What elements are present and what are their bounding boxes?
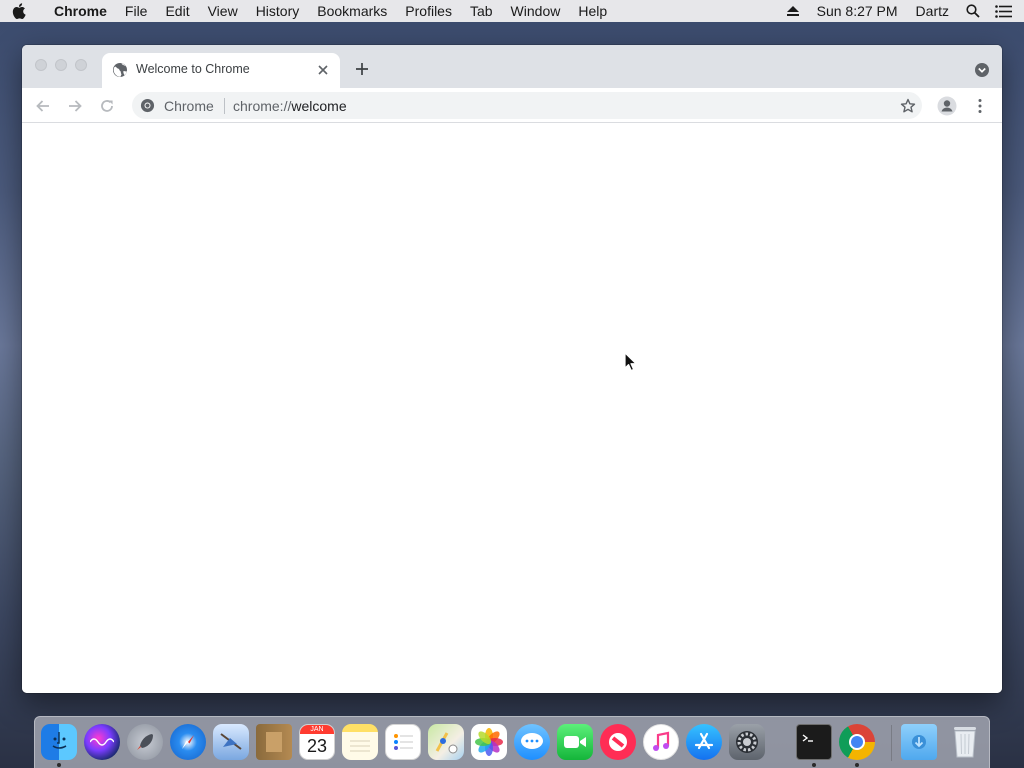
- dock-separator: [891, 725, 892, 761]
- tab-close-icon[interactable]: [314, 61, 332, 79]
- menu-view[interactable]: View: [199, 0, 247, 22]
- menubar-status-area: Sun 8:27 PM Dartz: [778, 0, 1024, 22]
- news-icon[interactable]: [600, 724, 636, 760]
- running-indicator: [57, 763, 61, 767]
- trash-icon[interactable]: [947, 724, 983, 760]
- downloads-folder-icon[interactable]: [901, 724, 937, 760]
- finder-icon[interactable]: [41, 724, 77, 760]
- menubar-clock[interactable]: Sun 8:27 PM: [808, 0, 907, 22]
- menu-tab[interactable]: Tab: [461, 0, 502, 22]
- safari-icon[interactable]: [170, 724, 206, 760]
- profile-avatar-icon[interactable]: [937, 96, 957, 116]
- itunes-icon[interactable]: [643, 724, 679, 760]
- browser-window: Welcome to Chrome Chrome chrome://welcom…: [22, 45, 1002, 693]
- maps-icon[interactable]: [428, 724, 464, 760]
- spotlight-icon[interactable]: [958, 0, 988, 22]
- launchpad-icon[interactable]: [127, 724, 163, 760]
- window-close-button[interactable]: [35, 59, 47, 71]
- chrome-menu-icon[interactable]: [970, 96, 990, 116]
- new-tab-button[interactable]: [352, 59, 372, 79]
- contacts-icon[interactable]: [256, 724, 292, 760]
- omnibox-separator: [224, 98, 225, 114]
- browser-toolbar: Chrome chrome://welcome: [22, 88, 1002, 123]
- menu-help[interactable]: Help: [569, 0, 616, 22]
- notification-center-icon[interactable]: [988, 0, 1018, 22]
- menu-app-chrome[interactable]: Chrome: [38, 0, 116, 22]
- omnibox-url: chrome://welcome: [233, 98, 347, 114]
- url-host: welcome: [291, 98, 347, 114]
- back-arrow-icon[interactable]: [33, 96, 53, 116]
- tab-welcome[interactable]: Welcome to Chrome: [102, 53, 340, 88]
- siri-icon[interactable]: [84, 724, 120, 760]
- reminders-icon[interactable]: [385, 724, 421, 760]
- system-preferences-icon[interactable]: [729, 724, 765, 760]
- url-scheme: chrome://: [233, 98, 292, 114]
- calendar-day: 23: [306, 736, 328, 756]
- menu-bookmarks[interactable]: Bookmarks: [308, 0, 396, 22]
- facetime-icon[interactable]: [557, 724, 593, 760]
- menu-bar: Chrome File Edit View History Bookmarks …: [0, 0, 1024, 22]
- terminal-icon[interactable]: [796, 724, 832, 760]
- running-indicator: [855, 763, 859, 767]
- tab-search-icon[interactable]: [974, 62, 990, 78]
- calendar-icon[interactable]: JAN 23: [299, 724, 335, 760]
- menu-file[interactable]: File: [116, 0, 157, 22]
- chrome-icon[interactable]: [839, 724, 875, 760]
- page-content-area[interactable]: [22, 124, 1002, 693]
- forward-arrow-icon[interactable]: [65, 96, 85, 116]
- menu-edit[interactable]: Edit: [156, 0, 198, 22]
- window-minimize-button[interactable]: [55, 59, 67, 71]
- mouse-cursor-icon: [624, 352, 638, 372]
- menubar-user[interactable]: Dartz: [907, 0, 958, 22]
- chrome-site-icon: [140, 98, 155, 113]
- eject-icon[interactable]: [778, 0, 808, 22]
- dock: JAN 23: [34, 716, 990, 768]
- mail-icon[interactable]: [213, 724, 249, 760]
- omnibox[interactable]: Chrome chrome://welcome: [132, 92, 922, 119]
- messages-icon[interactable]: [514, 724, 550, 760]
- notes-icon[interactable]: [342, 724, 378, 760]
- menu-history[interactable]: History: [247, 0, 309, 22]
- menu-window[interactable]: Window: [502, 0, 570, 22]
- bookmark-star-icon[interactable]: [898, 96, 918, 116]
- calendar-month: JAN: [300, 725, 334, 734]
- photos-icon[interactable]: [471, 724, 507, 760]
- menu-profiles[interactable]: Profiles: [396, 0, 461, 22]
- app-store-icon[interactable]: [686, 724, 722, 760]
- tab-strip: Welcome to Chrome: [22, 45, 1002, 88]
- globe-icon: [112, 62, 128, 78]
- tab-title: Welcome to Chrome: [136, 62, 250, 76]
- reload-icon[interactable]: [97, 96, 117, 116]
- apple-icon[interactable]: [0, 0, 38, 22]
- window-zoom-button[interactable]: [75, 59, 87, 71]
- running-indicator: [812, 763, 816, 767]
- omnibox-site-label: Chrome: [164, 98, 214, 114]
